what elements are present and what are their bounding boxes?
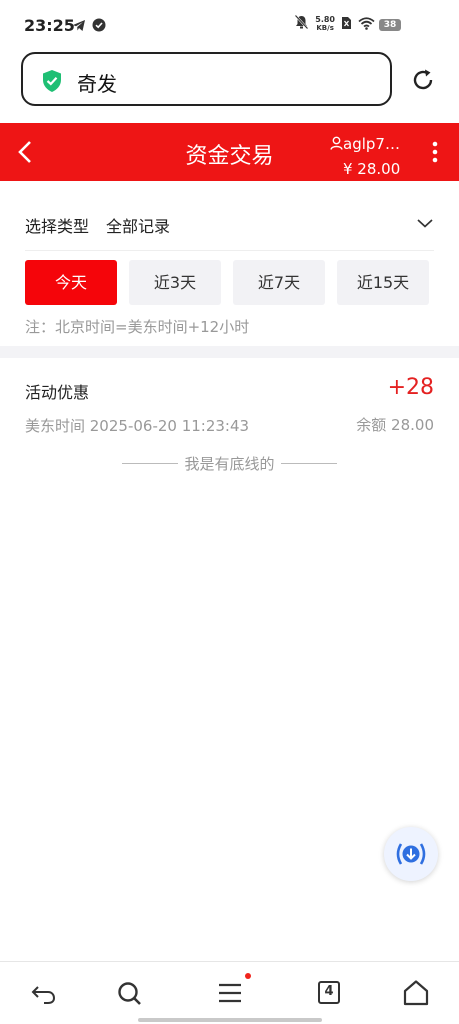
search-icon[interactable] — [114, 978, 144, 1008]
record-amount: +28 — [387, 375, 434, 400]
shield-check-icon — [41, 69, 63, 97]
page-header: 资金交易 aglp7… ¥ 28.00 — [0, 123, 459, 181]
record-time: 美东时间 2025-06-20 11:23:43 — [25, 417, 250, 435]
net-speed-value: 5.80 — [315, 15, 335, 24]
tab-15-days[interactable]: 近15天 — [337, 260, 429, 305]
wifi-icon — [358, 15, 375, 34]
user-icon — [330, 136, 343, 154]
net-speed-unit: KB/s — [316, 24, 334, 32]
timezone-note: 注：北京时间=美东时间+12小时 — [25, 318, 250, 336]
tab-7-days[interactable]: 近7天 — [233, 260, 325, 305]
tabs-icon[interactable]: 4 — [314, 978, 344, 1008]
battery-indicator: 38 — [379, 19, 401, 31]
tab-count: 4 — [324, 984, 334, 999]
mute-bell-icon — [294, 14, 309, 34]
user-account[interactable]: aglp7… — [330, 135, 400, 154]
filter-value: 全部记录 — [106, 217, 171, 236]
download-button[interactable] — [384, 827, 438, 881]
check-circle-icon — [92, 17, 106, 36]
sim-icon — [341, 15, 352, 34]
undo-icon[interactable] — [29, 978, 59, 1008]
section-separator — [0, 346, 459, 358]
divider — [25, 250, 434, 251]
username: aglp7… — [343, 135, 400, 153]
home-icon[interactable] — [401, 978, 431, 1008]
more-vert-icon[interactable] — [430, 139, 440, 165]
status-bar: 23:25 5.80 KB/s 38 — [0, 0, 459, 50]
home-indicator[interactable] — [138, 1018, 322, 1022]
menu-icon[interactable] — [215, 978, 245, 1008]
filter-label: 选择类型 — [25, 217, 90, 236]
telegram-icon — [72, 17, 86, 36]
tab-today[interactable]: 今天 — [25, 260, 117, 305]
refresh-icon[interactable] — [409, 66, 437, 94]
network-speed: 5.80 KB/s — [315, 15, 335, 33]
bottom-nav: 4 — [0, 961, 459, 1024]
end-of-list-text: 我是有底线的 — [122, 453, 337, 473]
record-balance: 余额 28.00 — [356, 416, 434, 434]
type-filter[interactable]: 选择类型 全部记录 — [0, 196, 459, 250]
chevron-down-icon — [416, 214, 434, 233]
status-time: 23:25 — [24, 16, 75, 35]
record-type: 活动优惠 — [25, 383, 90, 402]
tab-3-days[interactable]: 近3天 — [129, 260, 221, 305]
address-bar[interactable]: 奇发 — [21, 52, 392, 106]
address-text: 奇发 — [77, 72, 117, 96]
header-balance: ¥ 28.00 — [343, 160, 401, 178]
menu-notification-dot — [245, 973, 251, 979]
